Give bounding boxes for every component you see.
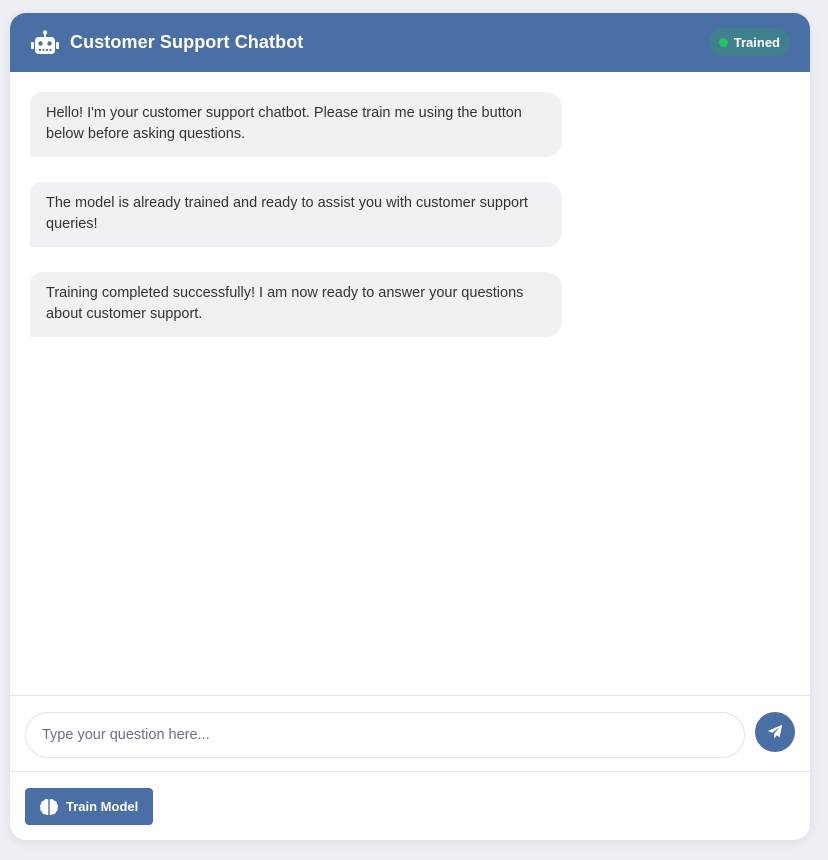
input-area xyxy=(10,695,810,772)
train-model-button[interactable]: Train Model xyxy=(25,788,153,825)
bot-message: Training completed successfully! I am no… xyxy=(30,272,562,337)
message-list: Hello! I'm your customer support chatbot… xyxy=(10,72,810,695)
bot-message: The model is already trained and ready t… xyxy=(30,182,562,247)
bot-message: Hello! I'm your customer support chatbot… xyxy=(30,92,562,157)
footer: Train Model xyxy=(10,772,810,840)
brain-icon xyxy=(39,798,59,816)
robot-icon xyxy=(30,29,60,56)
page-title: Customer Support Chatbot xyxy=(70,32,304,52)
question-input[interactable] xyxy=(25,712,745,758)
send-button[interactable] xyxy=(755,712,795,752)
paper-plane-icon xyxy=(767,724,783,740)
chat-window: Customer Support Chatbot Trained Hello! … xyxy=(10,13,810,840)
status-dot-icon xyxy=(718,37,728,47)
status-text: Trained xyxy=(733,34,780,50)
status-badge: Trained xyxy=(708,28,790,56)
train-button-label: Train Model xyxy=(66,799,139,814)
chat-header: Customer Support Chatbot Trained xyxy=(10,13,810,72)
